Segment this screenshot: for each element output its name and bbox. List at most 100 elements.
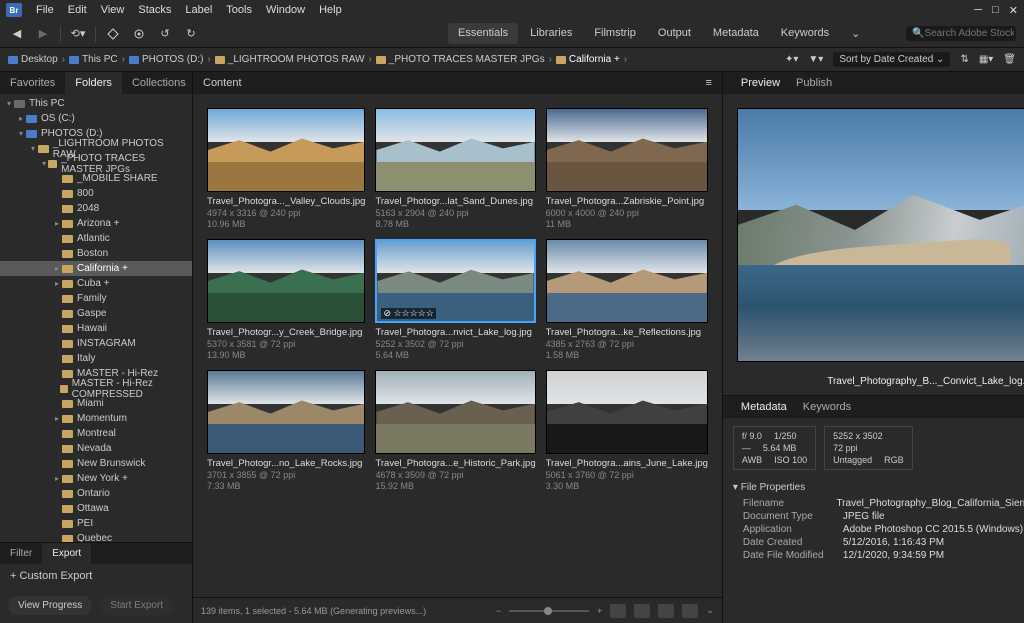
tree-item[interactable]: ▸Cuba + (0, 276, 192, 291)
thumbnail[interactable]: Travel_Photogr...no_Lake_Rocks.jpg3701 x… (207, 370, 365, 491)
maximize-icon[interactable]: □ (992, 4, 999, 17)
menu-window[interactable]: Window (266, 4, 305, 16)
tree-item[interactable]: Ottawa (0, 501, 192, 516)
tree-item[interactable]: Nevada (0, 441, 192, 456)
thumbnail[interactable]: Travel_Photogr...y_Creek_Bridge.jpg5370 … (207, 239, 365, 360)
tree-item[interactable]: Montreal (0, 426, 192, 441)
start-export-button[interactable]: Start Export (100, 596, 173, 615)
rotate-ccw-icon[interactable]: ↺ (156, 25, 174, 43)
filter-funnel-icon[interactable]: ▼▾ (808, 54, 823, 65)
rating-overlay[interactable]: ⊘ ☆☆☆☆☆ (381, 308, 435, 319)
tree-item[interactable]: ▸Momentum (0, 411, 192, 426)
view-lock-icon[interactable] (634, 604, 650, 618)
thumbnail[interactable]: Travel_Photogra...ains_June_Lake.jpg5061… (546, 370, 708, 491)
crumb-thispc[interactable]: This PC (69, 54, 118, 65)
menu-edit[interactable]: Edit (68, 4, 87, 16)
rotate-cw-icon[interactable]: ↻ (182, 25, 200, 43)
trash-icon[interactable]: 🗑 (1003, 54, 1016, 65)
add-preset-icon[interactable]: + (10, 570, 16, 582)
crumb-photosd[interactable]: PHOTOS (D:) (129, 54, 203, 65)
custom-export-label[interactable]: Custom Export (20, 570, 93, 582)
nav-forward-icon[interactable]: ▶ (34, 25, 52, 43)
ws-output[interactable]: Output (648, 23, 701, 44)
tree-item[interactable]: MASTER - Hi-Rez COMPRESSED (0, 381, 192, 396)
close-icon[interactable]: ✕ (1009, 4, 1018, 17)
view-thumbnails-icon[interactable] (610, 604, 626, 618)
tab-filter[interactable]: Filter (0, 543, 42, 564)
crumb-desktop[interactable]: Desktop (8, 54, 58, 65)
tab-preview[interactable]: Preview (733, 77, 788, 89)
menu-tools[interactable]: Tools (226, 4, 252, 16)
search-input[interactable] (924, 28, 1014, 39)
menu-label[interactable]: Label (185, 4, 212, 16)
zoom-in-icon[interactable]: + (597, 606, 602, 616)
menu-help[interactable]: Help (319, 4, 342, 16)
tree-item[interactable]: Ontario (0, 486, 192, 501)
nav-back-icon[interactable]: ◀ (8, 25, 26, 43)
crumb-traces[interactable]: _PHOTO TRACES MASTER JPGs (376, 54, 545, 65)
tree-item[interactable]: ▸California + (0, 261, 192, 276)
tab-folders[interactable]: Folders (65, 72, 122, 94)
thumb-size-slider[interactable] (509, 610, 589, 612)
thumbnail[interactable]: Travel_Photogra...e_Historic_Park.jpg467… (375, 370, 535, 491)
reveal-recent-icon[interactable]: ⟲▾ (69, 25, 87, 43)
tab-collections[interactable]: Collections (122, 72, 196, 94)
minimize-icon[interactable]: ─ (974, 4, 982, 17)
section-file-properties[interactable]: ▾ File Properties (733, 482, 1024, 493)
ws-metadata[interactable]: Metadata (703, 23, 769, 44)
tree-item[interactable]: Family (0, 291, 192, 306)
view-list-icon[interactable] (682, 604, 698, 618)
boomerang-icon[interactable] (104, 25, 122, 43)
thumbnail[interactable]: Travel_Photogr...lat_Sand_Dunes.jpg5163 … (375, 108, 535, 229)
filter-star-icon[interactable]: ✦▾ (785, 54, 798, 65)
ws-filmstrip[interactable]: Filmstrip (584, 23, 646, 44)
new-folder-icon[interactable]: ▦▾ (979, 54, 993, 65)
thumbnail[interactable]: Travel_Photogra...Zabriskie_Point.jpg600… (546, 108, 708, 229)
ws-more-icon[interactable]: ⌄ (841, 23, 870, 44)
thumbnail[interactable]: Travel_Photogra...ke_Reflections.jpg4385… (546, 239, 708, 360)
menu-view[interactable]: View (101, 4, 125, 16)
sort-dropdown[interactable]: Sort by Date Created ⌄ (833, 52, 950, 67)
tab-favorites[interactable]: Favorites (0, 72, 65, 94)
menu-file[interactable]: File (36, 4, 54, 16)
sort-asc-icon[interactable]: ⇅ (960, 54, 968, 65)
tree-item[interactable]: Italy (0, 351, 192, 366)
tree-item[interactable]: Boston (0, 246, 192, 261)
tree-item[interactable]: Atlantic (0, 231, 192, 246)
thumbnail[interactable]: Travel_Photogra..._Valley_Clouds.jpg4974… (207, 108, 365, 229)
tree-item[interactable]: INSTAGRAM (0, 336, 192, 351)
tree-item[interactable]: PEI (0, 516, 192, 531)
tree-item[interactable]: ▾_PHOTO TRACES MASTER JPGs (0, 156, 192, 171)
tree-item[interactable]: 2048 (0, 201, 192, 216)
tab-keywords[interactable]: Keywords (795, 401, 859, 413)
view-progress-button[interactable]: View Progress (8, 596, 92, 615)
content-menu-icon[interactable]: ≡ (706, 77, 712, 89)
ws-libraries[interactable]: Libraries (520, 23, 582, 44)
tree-item[interactable]: 800 (0, 186, 192, 201)
thumbnail[interactable]: ⊘ ☆☆☆☆☆Travel_Photogra...nvict_Lake_log.… (375, 239, 535, 360)
crumb-california[interactable]: California + (556, 54, 620, 65)
preview-image[interactable] (723, 94, 1024, 376)
zoom-out-icon[interactable]: − (496, 606, 501, 616)
thumbnail-grid[interactable]: Travel_Photogra..._Valley_Clouds.jpg4974… (193, 94, 722, 597)
menu-stacks[interactable]: Stacks (138, 4, 171, 16)
view-details-icon[interactable] (658, 604, 674, 618)
crumb-lightroom[interactable]: _LIGHTROOM PHOTOS RAW (215, 54, 365, 65)
tab-publish[interactable]: Publish (788, 77, 840, 89)
tab-metadata[interactable]: Metadata (733, 401, 795, 413)
tree-item[interactable]: Gaspe (0, 306, 192, 321)
tree-item[interactable]: ▾This PC (0, 96, 192, 111)
tree-item[interactable]: ▸New York + (0, 471, 192, 486)
camera-raw-icon[interactable] (130, 25, 148, 43)
view-mode-chevron-icon[interactable]: ⌄ (706, 605, 714, 616)
tree-item[interactable]: ▸Arizona + (0, 216, 192, 231)
tab-export[interactable]: Export (42, 543, 91, 564)
folder-tree[interactable]: ▾This PC▸OS (C:)▾PHOTOS (D:)▾_LIGHTROOM … (0, 94, 192, 542)
tree-item[interactable]: Hawaii (0, 321, 192, 336)
tree-item[interactable]: ▸OS (C:) (0, 111, 192, 126)
search-box[interactable]: 🔍 (906, 26, 1016, 41)
tree-item[interactable]: Quebec (0, 531, 192, 542)
tree-item[interactable]: New Brunswick (0, 456, 192, 471)
ws-essentials[interactable]: Essentials (448, 23, 518, 44)
ws-keywords[interactable]: Keywords (771, 23, 839, 44)
